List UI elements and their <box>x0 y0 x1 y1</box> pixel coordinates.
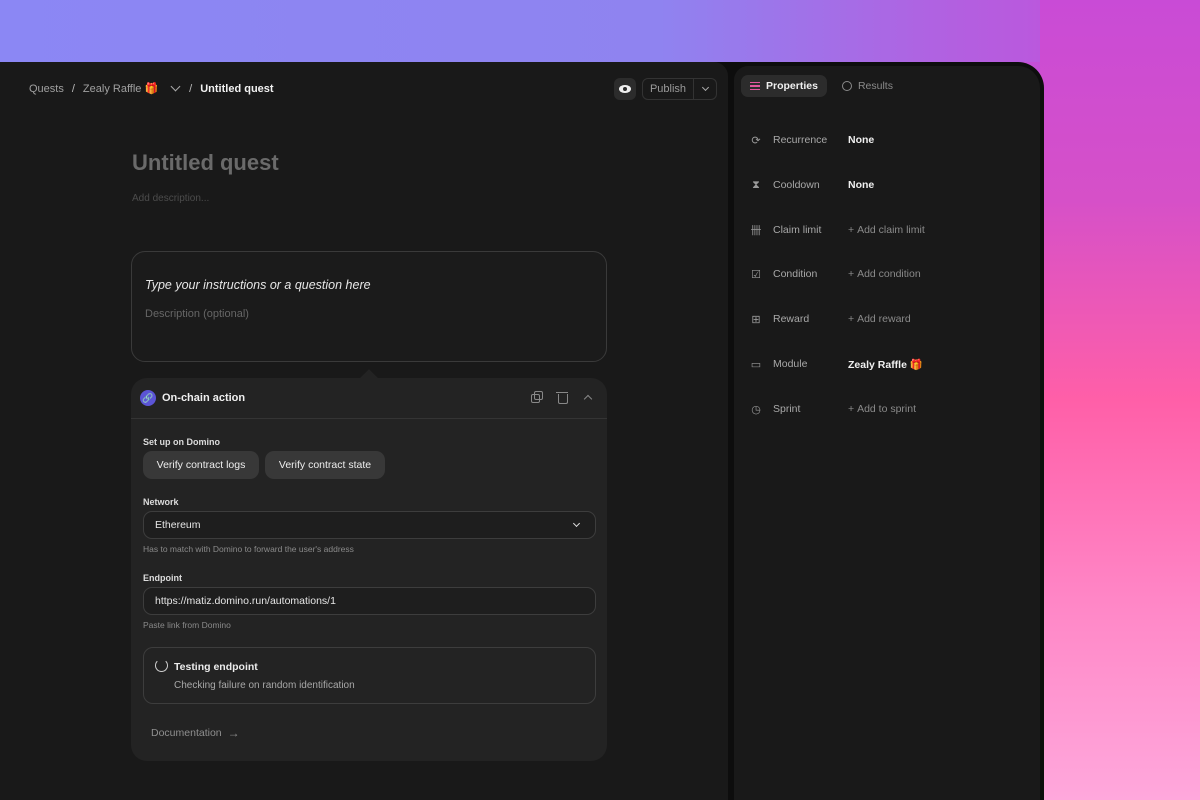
testing-title: Testing endpoint <box>174 661 258 673</box>
trash-icon[interactable] <box>556 391 568 404</box>
property-recurrence[interactable]: ⟳ Recurrence None <box>750 132 1030 148</box>
verify-logs-button[interactable]: Verify contract logs <box>143 451 259 479</box>
property-module[interactable]: ▭ Module Zealy Raffle 🎁 <box>750 356 1030 372</box>
folder-icon: ▭ <box>750 358 762 371</box>
breadcrumb-separator: / <box>71 82 75 95</box>
property-name: Sprint <box>773 403 801 415</box>
action-header: 🔗 On-chain action <box>131 378 607 419</box>
preview-button[interactable] <box>614 78 636 100</box>
property-value[interactable]: None <box>848 134 874 146</box>
instruction-card[interactable]: Type your instructions or a question her… <box>131 251 607 362</box>
quest-title-input[interactable]: Untitled quest <box>132 150 279 176</box>
publish-options-button[interactable] <box>694 79 716 99</box>
testing-status-box: Testing endpoint Checking failure on ran… <box>143 647 596 704</box>
property-name: Module <box>773 358 808 370</box>
tab-results[interactable]: Results <box>833 75 902 97</box>
property-value[interactable]: Add claim limit <box>857 224 925 236</box>
property-name: Reward <box>773 313 810 325</box>
property-condition[interactable]: ☑ Condition + Add condition <box>750 266 1030 282</box>
chevron-down-icon[interactable] <box>170 81 181 92</box>
property-name: Condition <box>773 268 818 280</box>
property-value[interactable]: Add to sprint <box>857 403 916 415</box>
network-label: Network <box>143 497 179 507</box>
hourglass-icon: ⧗ <box>752 178 760 191</box>
tab-label: Results <box>857 80 893 92</box>
endpoint-value: https://matiz.domino.run/automations/1 <box>155 595 336 607</box>
question-description-input[interactable]: Description (optional) <box>145 308 249 320</box>
documentation-label: Documentation <box>151 727 222 739</box>
refresh-icon: ⟳ <box>751 134 761 147</box>
spinner-icon <box>155 659 168 672</box>
network-select[interactable]: Ethereum <box>143 511 596 539</box>
chevron-up-icon[interactable] <box>582 391 594 403</box>
property-value[interactable]: Add reward <box>857 313 911 325</box>
documentation-link[interactable]: Documentation → <box>151 726 240 740</box>
property-cooldown[interactable]: ⧗ Cooldown None <box>750 177 1030 193</box>
endpoint-hint: Paste link from Domino <box>143 620 231 630</box>
arrow-right-icon: → <box>227 726 240 740</box>
tab-properties[interactable]: Properties <box>741 75 827 97</box>
quest-description-input[interactable]: Add description... <box>132 193 209 204</box>
property-sprint[interactable]: ◷ Sprint + Add to sprint <box>750 401 1030 417</box>
link-icon: 🔗 <box>140 390 156 406</box>
endpoint-input[interactable]: https://matiz.domino.run/automations/1 <box>143 587 596 615</box>
on-chain-action-card: 🔗 On-chain action Set up on Domino Verif… <box>131 378 607 761</box>
property-name: Recurrence <box>773 134 828 146</box>
background-top <box>0 0 1200 62</box>
network-hint: Has to match with Domino to forward the … <box>143 544 354 554</box>
publish-control: Publish <box>642 78 717 100</box>
breadcrumb: Quests / Zealy Raffle 🎁 / Untitled quest <box>29 81 274 95</box>
chevron-down-icon <box>572 519 581 528</box>
question-input[interactable]: Type your instructions or a question her… <box>145 278 371 292</box>
verify-state-button[interactable]: Verify contract state <box>265 451 385 479</box>
property-claim-limit[interactable]: 卌 Claim limit + Add claim limit <box>750 222 1030 238</box>
panel-tabs: Properties Results <box>741 75 902 97</box>
breadcrumb-separator: / <box>189 82 193 95</box>
property-value[interactable]: None <box>848 179 874 191</box>
chevron-down-icon <box>701 83 709 92</box>
property-name: Cooldown <box>773 179 820 191</box>
tab-label: Properties <box>766 80 818 92</box>
property-name: Claim limit <box>773 224 822 236</box>
setup-label: Set up on Domino <box>143 437 220 447</box>
breadcrumb-module[interactable]: Zealy Raffle 🎁 <box>83 82 158 95</box>
timer-icon: ◷ <box>751 403 761 416</box>
gift-icon: ⊞ <box>751 313 761 326</box>
pie-chart-icon <box>841 81 852 91</box>
endpoint-label: Endpoint <box>143 573 182 583</box>
add-icon: + <box>848 313 858 325</box>
action-title: On-chain action <box>162 392 246 404</box>
duplicate-icon[interactable] <box>530 391 543 403</box>
eye-icon <box>619 85 631 93</box>
check-square-icon: ☑ <box>751 268 761 281</box>
list-icon <box>750 82 760 90</box>
breadcrumb-quests[interactable]: Quests <box>29 83 64 95</box>
property-reward[interactable]: ⊞ Reward + Add reward <box>750 311 1030 327</box>
background-right <box>1040 0 1200 800</box>
add-icon: + <box>848 403 858 415</box>
add-icon: + <box>848 224 858 236</box>
publish-button[interactable]: Publish <box>643 79 694 99</box>
network-value: Ethereum <box>155 519 201 531</box>
testing-status: Checking failure on random identificatio… <box>174 680 355 691</box>
property-value[interactable]: Zealy Raffle 🎁 <box>848 358 923 371</box>
property-value[interactable]: Add condition <box>857 268 921 280</box>
add-icon: + <box>848 268 858 280</box>
tally-icon: 卌 <box>750 225 762 237</box>
breadcrumb-current: Untitled quest <box>200 82 274 95</box>
